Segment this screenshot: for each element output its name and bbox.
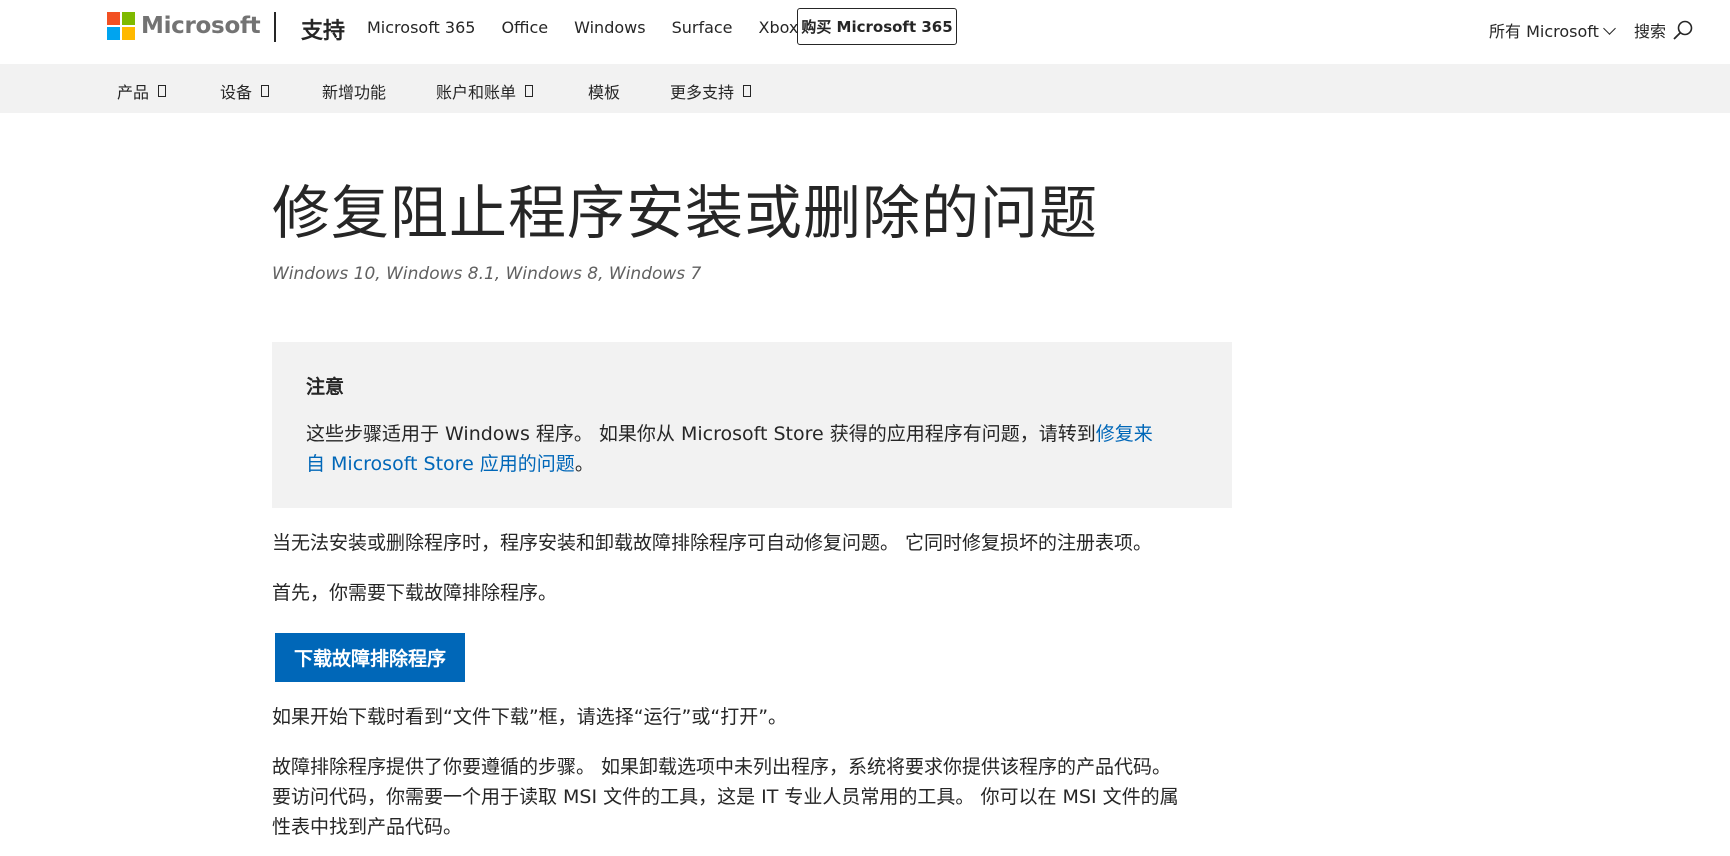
subnav-item-devices[interactable]: 设备 [220,79,270,103]
microsoft-logo[interactable]: Microsoft [107,12,261,40]
dropdown-icon [261,85,270,97]
subnav-label: 账户和账单 [436,83,517,102]
search-button[interactable]: 搜索 [1634,18,1694,42]
support-subnav: 产品 设备 新增功能 账户和账单 模板 更多支持 [0,64,1730,113]
subnav-label: 更多支持 [670,83,735,102]
subnav-item-templates[interactable]: 模板 [588,79,620,103]
subnav-item-whats-new[interactable]: 新增功能 [322,79,386,103]
nav-link-xbox[interactable]: Xbox [759,18,799,37]
note-text: 这些步骤适用于 Windows 程序。 如果你从 Microsoft Store… [306,419,1166,479]
nav-link-office[interactable]: Office [501,18,548,37]
header-divider [274,12,276,42]
search-label: 搜索 [1634,22,1667,41]
microsoft-logo-icon [107,12,135,40]
all-microsoft-menu[interactable]: 所有 Microsoft [1489,18,1616,42]
note-text-before: 这些步骤适用于 Windows 程序。 如果你从 Microsoft Store… [306,423,1096,445]
dropdown-icon [743,85,752,97]
chevron-down-icon [1603,21,1616,35]
brand-name: Microsoft [141,13,261,39]
nav-link-surface[interactable]: Surface [672,18,733,37]
top-nav: Microsoft 365 Office Windows Surface Xbo… [367,18,824,37]
search-icon [1673,20,1693,40]
subnav-label: 设备 [220,83,253,102]
all-microsoft-label: 所有 Microsoft [1489,22,1599,41]
subnav-item-account-billing[interactable]: 账户和账单 [436,79,534,103]
note-text-after: 。 [574,453,594,475]
note-title: 注意 [306,376,345,398]
nav-link-microsoft-365[interactable]: Microsoft 365 [367,18,475,37]
first-step-paragraph: 首先，你需要下载故障排除程序。 [272,582,558,604]
site-header: Microsoft 支持 Microsoft 365 Office Window… [0,0,1730,64]
dropdown-icon [525,85,534,97]
note-box: 注意 这些步骤适用于 Windows 程序。 如果你从 Microsoft St… [272,342,1232,508]
download-troubleshooter-button[interactable]: 下载故障排除程序 [275,633,465,682]
detail-paragraph-line-2: 要访问代码，你需要一个用于读取 MSI 文件的工具，这是 IT 专业人员常用的工… [272,786,1179,808]
detail-paragraph-line-1: 故障排除程序提供了你要遵循的步骤。 如果卸载选项中未列出程序，系统将要求你提供该… [272,756,1172,778]
buy-microsoft-365-button[interactable]: 购买 Microsoft 365 [797,8,957,45]
subnav-item-products[interactable]: 产品 [117,79,167,103]
support-link[interactable]: 支持 [301,13,345,45]
dropdown-icon [158,85,167,97]
subnav-label: 产品 [117,83,150,102]
subnav-item-more-support[interactable]: 更多支持 [670,79,752,103]
applies-to: Windows 10, Windows 8.1, Windows 8, Wind… [272,264,702,284]
download-note-paragraph: 如果开始下载时看到“文件下载”框，请选择“运行”或“打开”。 [272,706,788,728]
subnav-label: 模板 [588,83,621,102]
intro-paragraph: 当无法安装或删除程序时，程序安装和卸载故障排除程序可自动修复问题。 它同时修复损… [272,532,1153,554]
page-title: 修复阻止程序安装或删除的问题 [272,179,1099,247]
subnav-label: 新增功能 [322,83,387,102]
nav-link-windows[interactable]: Windows [574,18,645,37]
detail-paragraph-line-3: 性表中找到产品代码。 [272,816,463,838]
